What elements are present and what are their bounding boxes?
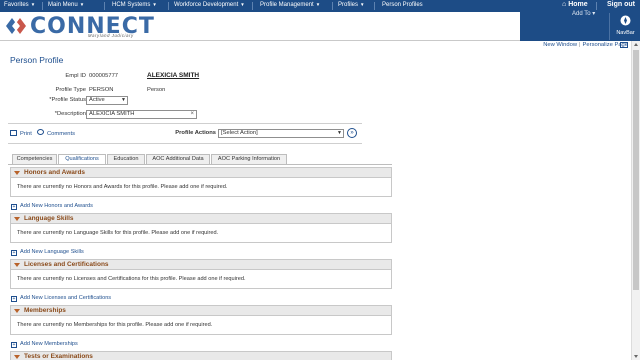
menu-divider: [596, 2, 597, 10]
collapse-icon[interactable]: [14, 171, 20, 175]
menu-divider: [104, 2, 105, 10]
scroll-down-icon[interactable]: [634, 355, 638, 358]
section-licenses-certifications: Licenses and Certifications There are cu…: [10, 259, 392, 289]
section-empty-message: There are currently no Honors and Awards…: [17, 184, 228, 190]
caret-down-icon: ▼: [79, 2, 85, 7]
description-label: *Description: [54, 111, 86, 117]
employee-name: ALEXICIA SMITH: [147, 72, 200, 79]
section-title: Licenses and Certifications: [24, 261, 109, 268]
add-honors-awards-link[interactable]: + Add New Honors and Awards: [11, 203, 93, 210]
chevron-down-icon: ▼: [121, 97, 126, 103]
comments-link[interactable]: Comments: [47, 131, 75, 137]
empl-id-label: Empl ID: [65, 73, 86, 79]
page-links: New Window | Personalize Page: [543, 42, 628, 48]
plus-icon: +: [11, 250, 17, 256]
collapse-icon[interactable]: [14, 263, 20, 267]
clear-icon[interactable]: ×: [190, 111, 194, 118]
menu-hcm-systems[interactable]: HCM Systems ▼: [112, 2, 157, 8]
section-tests-examinations: Tests or Examinations: [10, 351, 392, 360]
home-icon: ⌂: [562, 1, 567, 8]
plus-icon: +: [11, 204, 17, 210]
section-title: Language Skills: [24, 215, 74, 222]
caret-down-icon: ▼: [30, 2, 36, 7]
menu-profile-management[interactable]: Profile Management ▼: [260, 2, 320, 8]
vertical-scrollbar[interactable]: [631, 41, 640, 360]
caret-down-icon: ▼: [360, 2, 365, 7]
section-empty-message: There are currently no Language Skills f…: [17, 230, 219, 236]
print-link[interactable]: Print: [20, 131, 32, 137]
divider: [8, 123, 362, 124]
description-input[interactable]: ALEXICIA SMITH ×: [86, 110, 197, 119]
section-language-skills: Language Skills There are currently no L…: [10, 213, 392, 243]
section-header[interactable]: Tests or Examinations: [11, 352, 391, 360]
section-header[interactable]: Memberships: [11, 306, 391, 316]
menu-workforce-development[interactable]: Workforce Development ▼: [174, 2, 245, 8]
caret-down-icon: ▼: [240, 2, 245, 7]
empl-id-value: 000005777: [89, 73, 119, 79]
add-language-skills-link[interactable]: + Add New Language Skills: [11, 249, 84, 256]
double-arrow-icon: »: [350, 130, 354, 136]
profile-type-label: Profile Type: [55, 87, 86, 93]
menu-main-menu[interactable]: Main Menu ▼: [48, 2, 84, 8]
menu-profiles[interactable]: Profiles ▼: [338, 2, 364, 8]
home-button[interactable]: ⌂ Home: [562, 1, 588, 8]
section-header[interactable]: Honors and Awards: [11, 168, 391, 178]
menu-divider: [252, 2, 253, 10]
printer-icon[interactable]: [10, 130, 17, 136]
collapse-icon[interactable]: [14, 217, 20, 221]
section-title: Tests or Examinations: [24, 353, 93, 360]
divider: [8, 143, 362, 144]
menu-person-profiles[interactable]: Person Profiles: [382, 2, 423, 8]
plus-icon: +: [11, 342, 17, 348]
section-header[interactable]: Licenses and Certifications: [11, 260, 391, 270]
section-title: Memberships: [24, 307, 66, 314]
plus-icon: +: [11, 296, 17, 302]
navbar-label: NavBar: [616, 30, 635, 36]
sign-out-button[interactable]: Sign out: [607, 1, 635, 8]
scrollbar-thumb[interactable]: [633, 50, 639, 290]
comment-icon[interactable]: [37, 129, 44, 135]
logo-subtitle: Maryland Judiciary: [88, 33, 134, 38]
menu-favorites[interactable]: Favorites ▼: [4, 2, 35, 8]
collapse-icon[interactable]: [14, 309, 20, 313]
section-empty-message: There are currently no Memberships for t…: [17, 322, 213, 328]
profile-type-description: Person: [147, 87, 166, 93]
scroll-up-icon[interactable]: [634, 43, 638, 46]
section-title: Honors and Awards: [24, 169, 86, 176]
section-header[interactable]: Language Skills: [11, 214, 391, 224]
menu-divider: [42, 2, 43, 10]
add-to-menu[interactable]: Add To ▾: [572, 10, 595, 17]
section-honors-awards: Honors and Awards There are currently no…: [10, 167, 392, 197]
add-licenses-certifications-link[interactable]: + Add New Licenses and Certifications: [11, 295, 111, 302]
section-empty-message: There are currently no Licenses and Cert…: [17, 276, 246, 282]
profile-status-select[interactable]: Active ▼: [86, 96, 128, 105]
menu-divider: [332, 2, 333, 10]
add-memberships-link[interactable]: + Add New Memberships: [11, 341, 78, 348]
section-memberships: Memberships There are currently no Membe…: [10, 305, 392, 335]
collapse-icon[interactable]: [14, 355, 20, 359]
profile-type-value: PERSON: [89, 87, 114, 93]
tab-baseline: [8, 164, 392, 165]
caret-down-icon: ▼: [152, 2, 157, 7]
navbar-button[interactable]: NavBar: [609, 13, 640, 40]
profile-actions-select[interactable]: [Select Action] ▼: [218, 129, 344, 138]
profile-actions-label: Profile Actions: [175, 130, 216, 136]
top-menu-bar: Favorites ▼ Main Menu ▼ HCM Systems ▼ Workf…: [0, 0, 640, 12]
compass-icon: [620, 15, 631, 26]
menu-divider: [374, 2, 375, 10]
caret-down-icon: ▼: [315, 2, 321, 7]
connect-logo-icon: [6, 18, 26, 34]
help-icon[interactable]: [620, 42, 628, 48]
profile-status-label: *Profile Status: [49, 97, 86, 103]
go-button[interactable]: »: [347, 128, 357, 138]
page-title: Person Profile: [10, 55, 64, 65]
new-window-link[interactable]: New Window: [543, 42, 577, 48]
caret-down-icon: ▾: [592, 11, 596, 17]
chevron-down-icon: ▼: [337, 130, 342, 136]
menu-divider: [168, 2, 169, 10]
